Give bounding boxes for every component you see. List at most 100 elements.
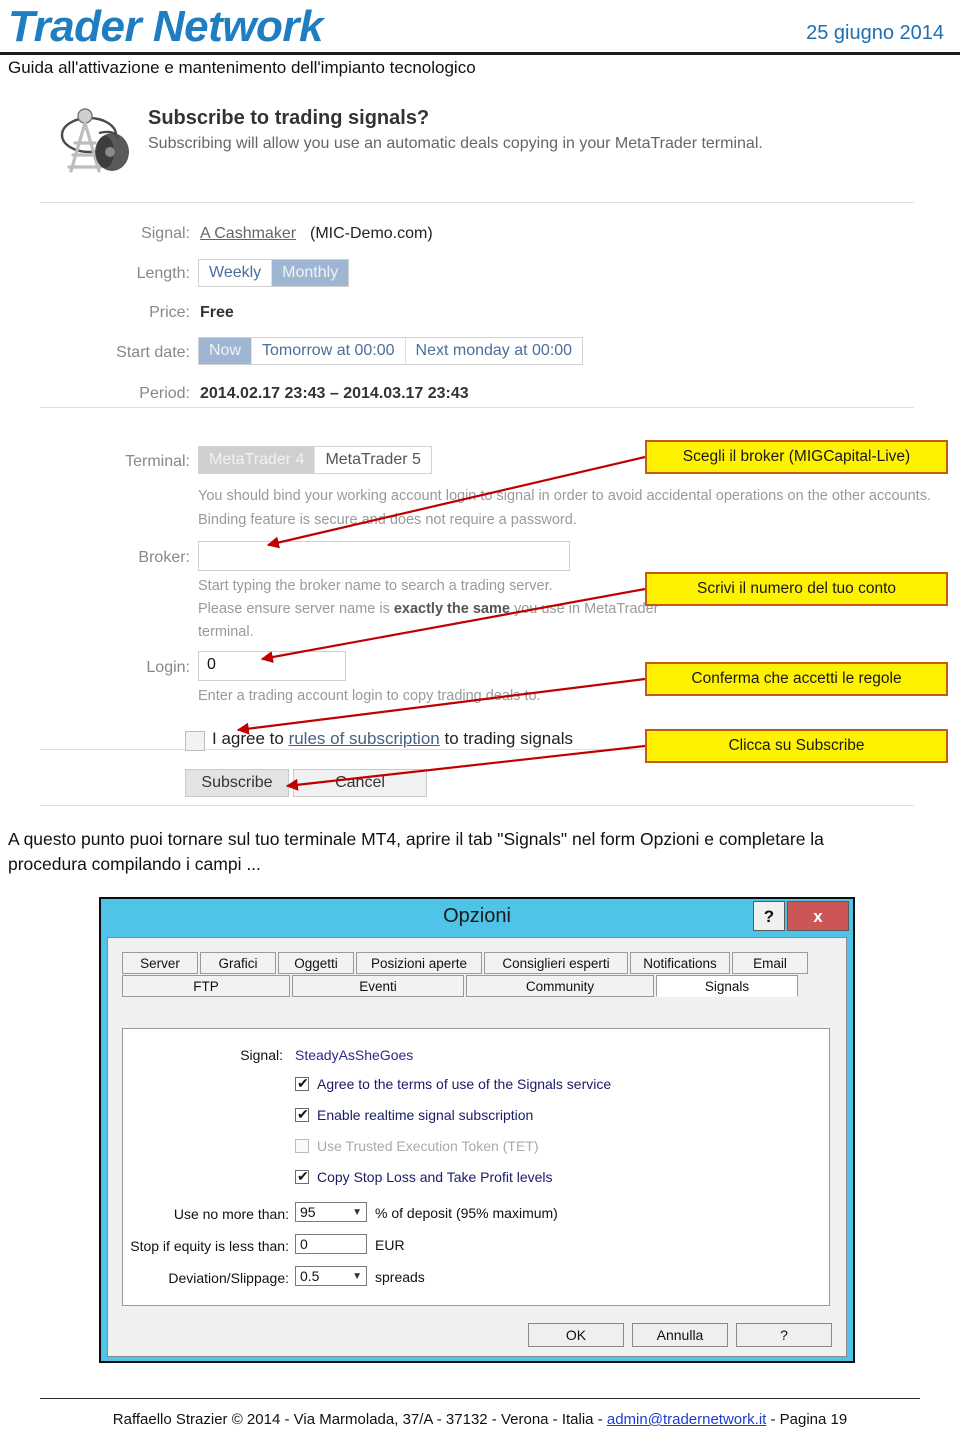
header-subtitle: Guida all'attivazione e mantenimento del… [8, 58, 476, 77]
chevron-down-icon: ▼ [352, 1206, 362, 1218]
checkbox-enable-realtime[interactable]: ✔ [295, 1106, 309, 1122]
broker-label: Broker: [138, 549, 190, 566]
period-label: Period: [139, 385, 190, 402]
field-deviation-select[interactable]: 0.5 ▼ [295, 1266, 367, 1286]
footer-email-link[interactable]: admin@tradernetwork.it [607, 1411, 766, 1428]
form-divider-mid [40, 407, 914, 408]
form-divider-end [40, 805, 914, 806]
options-dialog-screenshot: Opzioni ? x Server Grafici Oggetti Posiz… [99, 897, 855, 1363]
dialog-help-button[interactable]: ? [736, 1323, 832, 1347]
dialog-help-icon[interactable]: ? [753, 901, 785, 931]
checkbox-enable-realtime-label: Enable realtime signal subscription [317, 1107, 534, 1123]
broker-hint-line1: Start typing the broker name to search a… [198, 578, 553, 594]
agree-rules-label: I agree to rules of subscription to trad… [212, 729, 573, 749]
tab-email[interactable]: Email [732, 952, 808, 974]
field-use-no-more-than-label: Use no more than: [173, 1206, 289, 1222]
dialog-signal-label: Signal: [240, 1047, 283, 1063]
tab-oggetti[interactable]: Oggetti [278, 952, 354, 974]
dialog-close-icon[interactable]: x [787, 901, 849, 931]
callout-clicca-subscribe: Clicca su Subscribe [645, 729, 948, 763]
chevron-down-icon: ▼ [352, 1270, 362, 1282]
tab-posizioni-aperte[interactable]: Posizioni aperte [356, 952, 482, 974]
footer-post-text: - Pagina 19 [766, 1411, 848, 1428]
radio-tower-icon [60, 108, 129, 173]
field-stop-equity-suffix: EUR [375, 1237, 405, 1253]
broker-hint-2a: Please ensure server name is [198, 601, 394, 617]
signals-tab-pane: Signal: SteadyAsSheGoes ✔ Agree to the t… [122, 1028, 830, 1306]
subscribe-subtitle: Subscribing will allow you use an automa… [148, 135, 763, 152]
checkbox-use-tet-label: Use Trusted Execution Token (TET) [317, 1138, 539, 1154]
signal-label: Signal: [141, 225, 190, 242]
check-tick-icon: ✔ [297, 1075, 309, 1091]
checkbox-agree-terms[interactable]: ✔ [295, 1075, 309, 1091]
terminal-segmented-control[interactable]: MetaTrader 4 MetaTrader 5 [198, 446, 432, 474]
tab-ftp[interactable]: FTP [122, 975, 290, 997]
footer-divider [40, 1398, 920, 1399]
page-header: Trader Network 25 giugno 2014 Guida all'… [0, 0, 960, 88]
broker-hint-line3: terminal. [198, 624, 254, 640]
form-divider-top [40, 202, 914, 203]
dialog-title: Opzioni [443, 905, 511, 927]
start-date-option-tomorrow[interactable]: Tomorrow at 00:00 [252, 338, 406, 364]
field-deviation-value: 0.5 [300, 1268, 320, 1284]
tab-eventi[interactable]: Eventi [292, 975, 464, 997]
signal-link[interactable]: A Cashmaker [200, 225, 296, 243]
tab-consiglieri-esperti[interactable]: Consiglieri esperti [484, 952, 628, 974]
dialog-body: Server Grafici Oggetti Posizioni aperte … [107, 937, 847, 1357]
field-use-no-more-than-suffix: % of deposit (95% maximum) [375, 1205, 558, 1221]
broker-hint-2b-strong: exactly the same [393, 601, 510, 617]
rules-of-subscription-link[interactable]: rules of subscription [289, 729, 440, 748]
dialog-ok-button[interactable]: OK [528, 1323, 624, 1347]
tab-notifications[interactable]: Notifications [630, 952, 730, 974]
footer-pre-text: Raffaello Strazier © 2014 - Via Marmolad… [112, 1411, 607, 1428]
price-value: Free [200, 304, 234, 321]
broker-hint-2c: you use in MetaTrader [509, 601, 659, 617]
field-stop-equity-label: Stop if equity is less than: [130, 1238, 289, 1254]
agree-rules-checkbox[interactable] [185, 731, 205, 751]
broker-hint-line2: Please ensure server name is exactly the… [198, 601, 658, 617]
check-tick-icon: ✔ [297, 1168, 309, 1184]
signal-suffix: (MIC-Demo.com) [310, 225, 433, 242]
field-deviation-suffix: spreads [375, 1269, 425, 1285]
callout-scrivi-numero-conto: Scrivi il numero del tuo conto [645, 572, 948, 606]
dialog-titlebar: Opzioni ? x [101, 899, 853, 935]
dialog-tabs-row-1: Server Grafici Oggetti Posizioni aperte … [122, 952, 810, 974]
bind-hint-line1: You should bind your working account log… [198, 488, 931, 504]
field-deviation-label: Deviation/Slippage: [168, 1270, 289, 1286]
tab-signals[interactable]: Signals [656, 975, 798, 997]
start-date-option-next-monday[interactable]: Next monday at 00:00 [406, 338, 583, 364]
period-value: 2014.02.17 23:43 – 2014.03.17 23:43 [200, 385, 469, 402]
start-date-label: Start date: [116, 344, 190, 361]
instruction-paragraph: A questo punto puoi tornare sul tuo term… [8, 829, 824, 875]
length-option-monthly[interactable]: Monthly [272, 260, 349, 286]
terminal-option-mt5[interactable]: MetaTrader 5 [315, 447, 430, 473]
check-tick-icon: ✔ [297, 1106, 309, 1122]
brand-title: Trader Network [8, 2, 323, 51]
login-input[interactable]: 0 [198, 651, 346, 681]
subscribe-button[interactable]: Subscribe [185, 769, 289, 797]
terminal-option-mt4[interactable]: MetaTrader 4 [199, 447, 316, 473]
length-label: Length: [136, 265, 190, 282]
field-use-no-more-than-select[interactable]: 95 ▼ [295, 1202, 367, 1222]
cancel-button[interactable]: Cancel [293, 769, 427, 797]
length-segmented-control[interactable]: Weekly Monthly [198, 259, 350, 287]
start-date-segmented-control[interactable]: Now Tomorrow at 00:00 Next monday at 00:… [198, 337, 584, 365]
field-stop-equity-input[interactable]: 0 [295, 1234, 367, 1254]
tab-grafici[interactable]: Grafici [200, 952, 276, 974]
start-date-option-now[interactable]: Now [199, 338, 253, 364]
footer-text: Raffaello Strazier © 2014 - Via Marmolad… [0, 1411, 960, 1428]
login-hint: Enter a trading account login to copy tr… [198, 688, 541, 704]
broker-input[interactable] [198, 541, 570, 571]
tab-community[interactable]: Community [466, 975, 654, 997]
header-date: 25 giugno 2014 [806, 22, 944, 44]
header-divider [0, 52, 960, 55]
checkbox-agree-terms-label: Agree to the terms of use of the Signals… [317, 1076, 612, 1092]
checkbox-copy-sl-tp[interactable]: ✔ [295, 1168, 309, 1184]
checkbox-use-tet[interactable] [295, 1139, 309, 1153]
dialog-cancel-button[interactable]: Annulla [632, 1323, 728, 1347]
length-option-weekly[interactable]: Weekly [199, 260, 273, 286]
login-label: Login: [146, 659, 190, 676]
dialog-signal-value: SteadyAsSheGoes [295, 1047, 414, 1063]
field-use-no-more-than-value: 95 [300, 1204, 316, 1220]
tab-server[interactable]: Server [122, 952, 198, 974]
